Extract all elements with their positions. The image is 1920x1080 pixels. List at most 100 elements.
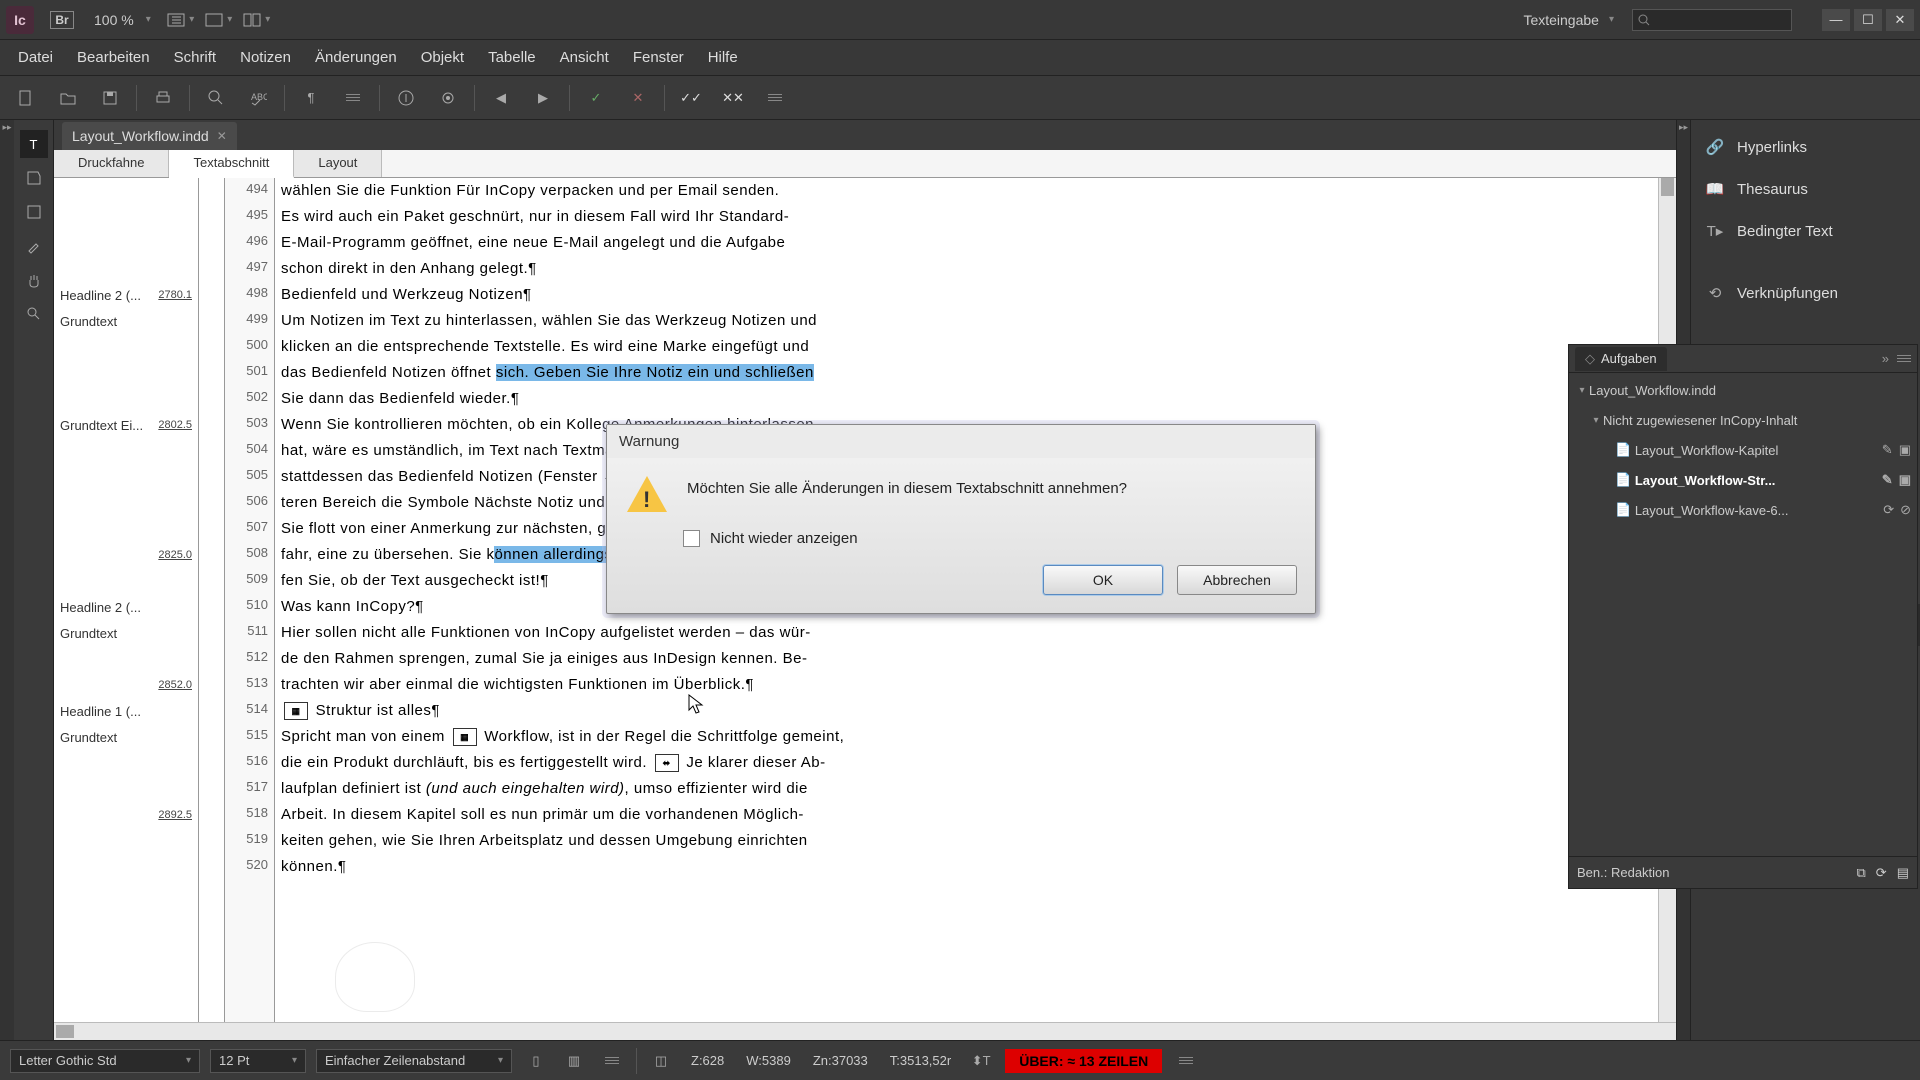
print-icon[interactable] xyxy=(147,82,179,114)
ok-button[interactable]: OK xyxy=(1043,565,1163,595)
reject-change-icon[interactable]: ✕ xyxy=(622,82,654,114)
menu-aenderungen[interactable]: Änderungen xyxy=(303,43,409,72)
zoom-dropdown[interactable]: 100 % xyxy=(82,10,163,30)
text-line[interactable]: Hier sollen nicht alle Funktionen von In… xyxy=(281,620,1658,646)
reject-all-icon[interactable]: ✕✕ xyxy=(717,82,749,114)
text-line[interactable]: das Bedienfeld Notizen öffnet sich. Gebe… xyxy=(281,360,1658,386)
panel-expand-icon[interactable]: » xyxy=(1882,351,1889,366)
horizontal-scrollbar[interactable] xyxy=(54,1022,1676,1040)
tab-druckfahne[interactable]: Druckfahne xyxy=(54,150,169,177)
checkout-icon[interactable] xyxy=(390,82,422,114)
menu-datei[interactable]: Datei xyxy=(6,43,65,72)
close-window-button[interactable]: ✕ xyxy=(1886,9,1914,31)
zoom-tool-icon[interactable] xyxy=(20,300,48,328)
menu-objekt[interactable]: Objekt xyxy=(409,43,476,72)
text-line[interactable]: ▦ Struktur ist alles¶ xyxy=(281,698,1658,724)
menu-hilfe[interactable]: Hilfe xyxy=(696,43,750,72)
close-document-icon[interactable]: ✕ xyxy=(217,129,227,143)
search-input[interactable] xyxy=(1632,9,1792,31)
tree-item-2[interactable]: 📄 Layout_Workflow-kave-6...⟳⊘ xyxy=(1571,495,1915,525)
text-line[interactable]: Bedienfeld und Werkzeug Notizen¶ xyxy=(281,282,1658,308)
tree-item-0[interactable]: 📄 Layout_Workflow-Kapitel✎▣ xyxy=(1571,435,1915,465)
arrange-dropdown[interactable] xyxy=(239,5,275,35)
panel-menu-icon[interactable] xyxy=(1897,355,1911,362)
edit-icon[interactable]: ✎ xyxy=(1882,442,1893,458)
menu-bearbeiten[interactable]: Bearbeiten xyxy=(65,43,162,72)
menu-schrift[interactable]: Schrift xyxy=(162,43,229,72)
text-line[interactable]: schon direkt in den Anhang gelegt.¶ xyxy=(281,256,1658,282)
statusbar-more-2[interactable] xyxy=(1172,1049,1200,1073)
refresh-icon[interactable]: ⟳ xyxy=(1883,502,1894,518)
view-options-dropdown[interactable] xyxy=(163,5,199,35)
dont-show-again-checkbox[interactable] xyxy=(683,530,700,547)
next-icon[interactable]: ▶ xyxy=(527,82,559,114)
menu-tabelle[interactable]: Tabelle xyxy=(476,43,548,72)
text-line[interactable]: Sie dann das Bedienfeld wieder.¶ xyxy=(281,386,1658,412)
find-icon[interactable] xyxy=(200,82,232,114)
text-line[interactable]: E-Mail-Programm geöffnet, eine neue E-Ma… xyxy=(281,230,1658,256)
new-icon[interactable] xyxy=(10,82,42,114)
text-line[interactable]: de den Rahmen sprengen, zumal Sie ja ein… xyxy=(281,646,1658,672)
text-line[interactable]: wählen Sie die Funktion Für InCopy verpa… xyxy=(281,178,1658,204)
screen-mode-dropdown[interactable] xyxy=(201,5,237,35)
spellcheck-icon[interactable]: ABC xyxy=(242,82,274,114)
tree-root[interactable]: ▾Layout_Workflow.indd xyxy=(1571,375,1915,405)
minimize-button[interactable]: — xyxy=(1822,9,1850,31)
text-line[interactable]: Arbeit. In diesem Kapitel soll es nun pr… xyxy=(281,802,1658,828)
save-icon[interactable] xyxy=(94,82,126,114)
type-tool-icon[interactable]: T xyxy=(20,130,48,158)
eyedropper-tool-icon[interactable] xyxy=(20,232,48,260)
hand-tool-icon[interactable] xyxy=(20,266,48,294)
assignments-tab[interactable]: ◇ Aufgaben xyxy=(1575,347,1667,371)
goto-content-icon[interactable]: ▤ xyxy=(1897,865,1909,881)
prev-icon[interactable]: ◀ xyxy=(485,82,517,114)
tab-layout[interactable]: Layout xyxy=(294,150,382,177)
menu-fenster[interactable]: Fenster xyxy=(621,43,696,72)
maximize-button[interactable]: ☐ xyxy=(1854,9,1882,31)
open-icon[interactable] xyxy=(52,82,84,114)
update-design-icon[interactable]: ⧉ xyxy=(1857,865,1866,881)
copyfit-icon[interactable]: ⬍T xyxy=(967,1049,995,1073)
position-tool-icon[interactable] xyxy=(20,198,48,226)
panel-bedingter text[interactable]: T▸Bedingter Text xyxy=(1691,210,1920,252)
text-line[interactable]: können.¶ xyxy=(281,854,1658,880)
accept-all-icon[interactable]: ✓✓ xyxy=(675,82,707,114)
statusbar-more-1[interactable] xyxy=(598,1049,626,1073)
tab-textabschnitt[interactable]: Textabschnitt xyxy=(169,150,294,178)
font-size-dropdown[interactable]: 12 Pt xyxy=(210,1049,306,1073)
font-family-dropdown[interactable]: Letter Gothic Std xyxy=(10,1049,200,1073)
panel-thesaurus[interactable]: 📖Thesaurus xyxy=(1691,168,1920,210)
collapse-left-strip[interactable]: ▸▸ xyxy=(0,120,14,1040)
single-column-icon[interactable]: ▯ xyxy=(522,1049,550,1073)
accept-change-icon[interactable]: ✓ xyxy=(580,82,612,114)
tree-item-1[interactable]: 📄 Layout_Workflow-Str...✎▣ xyxy=(1571,465,1915,495)
note-tool-icon[interactable] xyxy=(20,164,48,192)
cancel-button[interactable]: Abbrechen xyxy=(1177,565,1297,595)
stats-icon[interactable]: ◫ xyxy=(647,1049,675,1073)
refresh-all-icon[interactable]: ⟳ xyxy=(1876,865,1887,881)
text-line[interactable]: Um Notizen im Text zu hinterlassen, wähl… xyxy=(281,308,1658,334)
text-line[interactable]: Spricht man von einem ▦ Workflow, ist in… xyxy=(281,724,1658,750)
text-line[interactable]: laufplan definiert ist (und auch eingeha… xyxy=(281,776,1658,802)
text-line[interactable]: trachten wir aber einmal die wichtigsten… xyxy=(281,672,1658,698)
text-line[interactable]: keiten gehen, wie Sie Ihren Arbeitsplatz… xyxy=(281,828,1658,854)
toolbar-more-2[interactable] xyxy=(759,82,791,114)
checkin-icon[interactable] xyxy=(432,82,464,114)
bridge-button[interactable]: Br xyxy=(44,5,80,35)
workspace-dropdown[interactable]: Texteingabe xyxy=(1515,10,1622,30)
menu-ansicht[interactable]: Ansicht xyxy=(548,43,621,72)
text-line[interactable]: Es wird auch ein Paket geschnürt, nur in… xyxy=(281,204,1658,230)
show-hidden-icon[interactable]: ¶ xyxy=(295,82,327,114)
panel-verknüpfungen[interactable]: ⟲Verknüpfungen xyxy=(1691,272,1920,314)
line-spacing-dropdown[interactable]: Einfacher Zeilenabstand xyxy=(316,1049,512,1073)
tree-group[interactable]: ▾Nicht zugewiesener InCopy-Inhalt xyxy=(1571,405,1915,435)
text-line[interactable]: die ein Produkt durchläuft, bis es ferti… xyxy=(281,750,1658,776)
tools-panel: T xyxy=(14,120,54,1040)
menu-notizen[interactable]: Notizen xyxy=(228,43,303,72)
text-line[interactable]: klicken an die entsprechende Textstelle.… xyxy=(281,334,1658,360)
toolbar-more-1[interactable] xyxy=(337,82,369,114)
document-tab[interactable]: Layout_Workflow.indd ✕ xyxy=(62,122,237,150)
panel-hyperlinks[interactable]: 🔗Hyperlinks xyxy=(1691,126,1920,168)
multi-column-icon[interactable]: ▥ xyxy=(560,1049,588,1073)
edit-icon[interactable]: ✎ xyxy=(1882,472,1893,488)
